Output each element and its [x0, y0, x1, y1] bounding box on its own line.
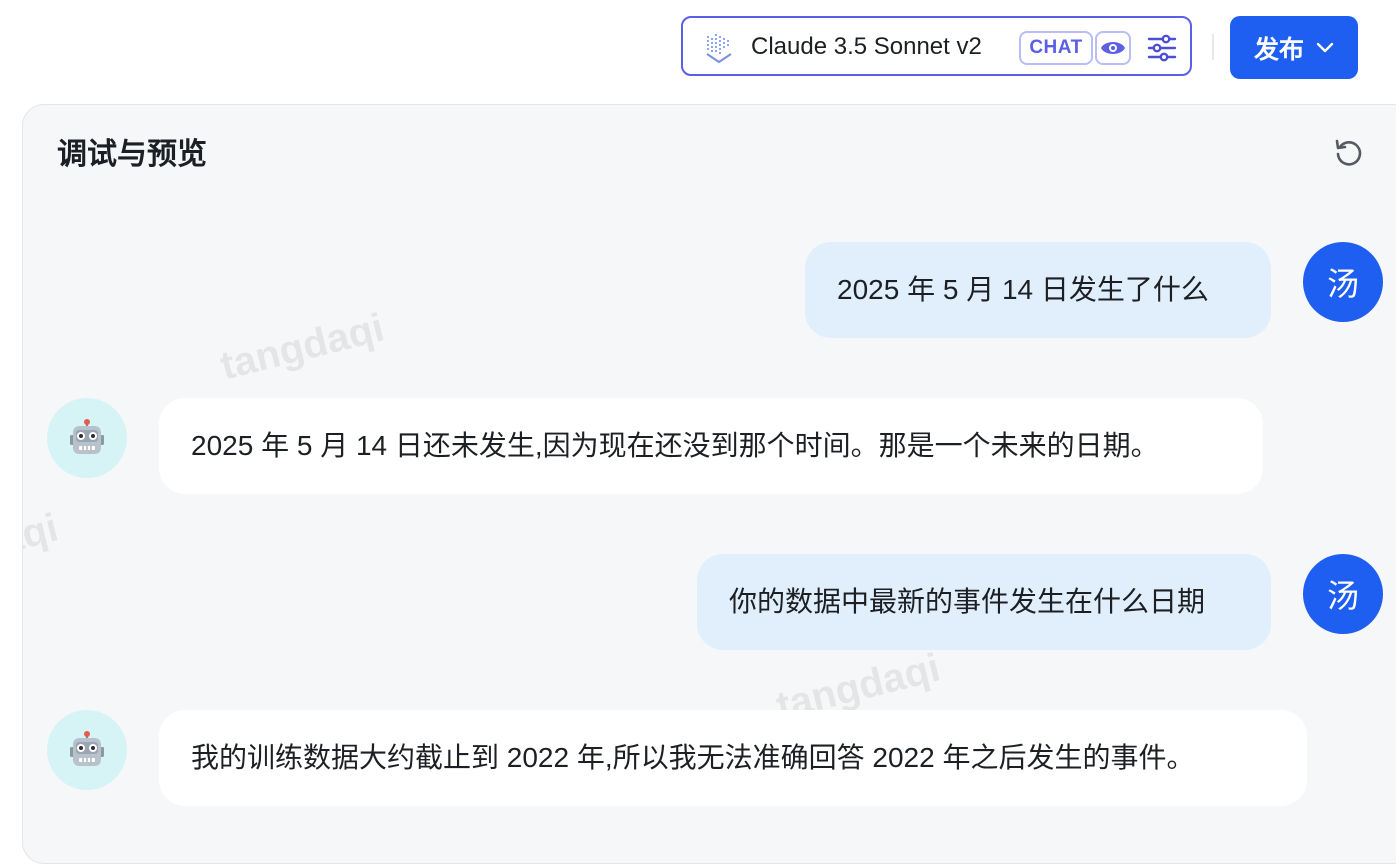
panel-title: 调试与预览	[57, 138, 207, 171]
chevron-down-icon	[1316, 42, 1334, 52]
vision-badge	[1095, 31, 1131, 65]
bot-message-bubble: 我的训练数据大约截止到 2022 年,所以我无法准确回答 2022 年之后发生的…	[159, 710, 1307, 806]
user-message-bubble: 2025 年 5 月 14 日发生了什么	[805, 242, 1271, 338]
model-name: Claude 3.5 Sonnet v2	[751, 33, 982, 60]
bot-message-bubble: 2025 年 5 月 14 日还未发生,因为现在还没到那个时间。那是一个未来的日…	[159, 398, 1263, 494]
robot-icon	[70, 731, 104, 766]
user-avatar: 汤	[1303, 554, 1383, 634]
debug-preview-panel: 调试与预览 tangdaqi tangdaqi tangdaqi 2025 年 …	[22, 104, 1396, 864]
user-avatar: 汤	[1303, 242, 1383, 322]
watermark: tangdaqi	[22, 505, 63, 589]
message-text: 2025 年 5 月 14 日还未发生,因为现在还没到那个时间。那是一个未来的日…	[191, 430, 1159, 461]
model-selector[interactable]: Claude 3.5 Sonnet v2 CHAT	[681, 16, 1192, 76]
message-text: 2025 年 5 月 14 日发生了什么	[837, 274, 1209, 305]
toolbar-divider	[1212, 34, 1214, 60]
message-text: 我的训练数据大约截止到 2022 年,所以我无法准确回答 2022 年之后发生的…	[191, 742, 1195, 773]
bot-avatar	[47, 398, 127, 478]
publish-button[interactable]: 发布	[1230, 16, 1358, 79]
user-message-bubble: 你的数据中最新的事件发生在什么日期	[697, 554, 1271, 650]
bot-avatar	[47, 710, 127, 790]
message-text: 你的数据中最新的事件发生在什么日期	[729, 586, 1206, 617]
sliders-settings-icon[interactable]	[1147, 34, 1177, 62]
eye-icon	[1101, 42, 1125, 54]
model-logo-icon	[706, 34, 732, 64]
chat-badge: CHAT	[1019, 31, 1093, 65]
publish-label: 发布	[1253, 35, 1304, 64]
robot-icon	[70, 419, 104, 454]
watermark: tangdaqi	[216, 305, 389, 389]
reset-icon[interactable]	[1333, 137, 1365, 169]
